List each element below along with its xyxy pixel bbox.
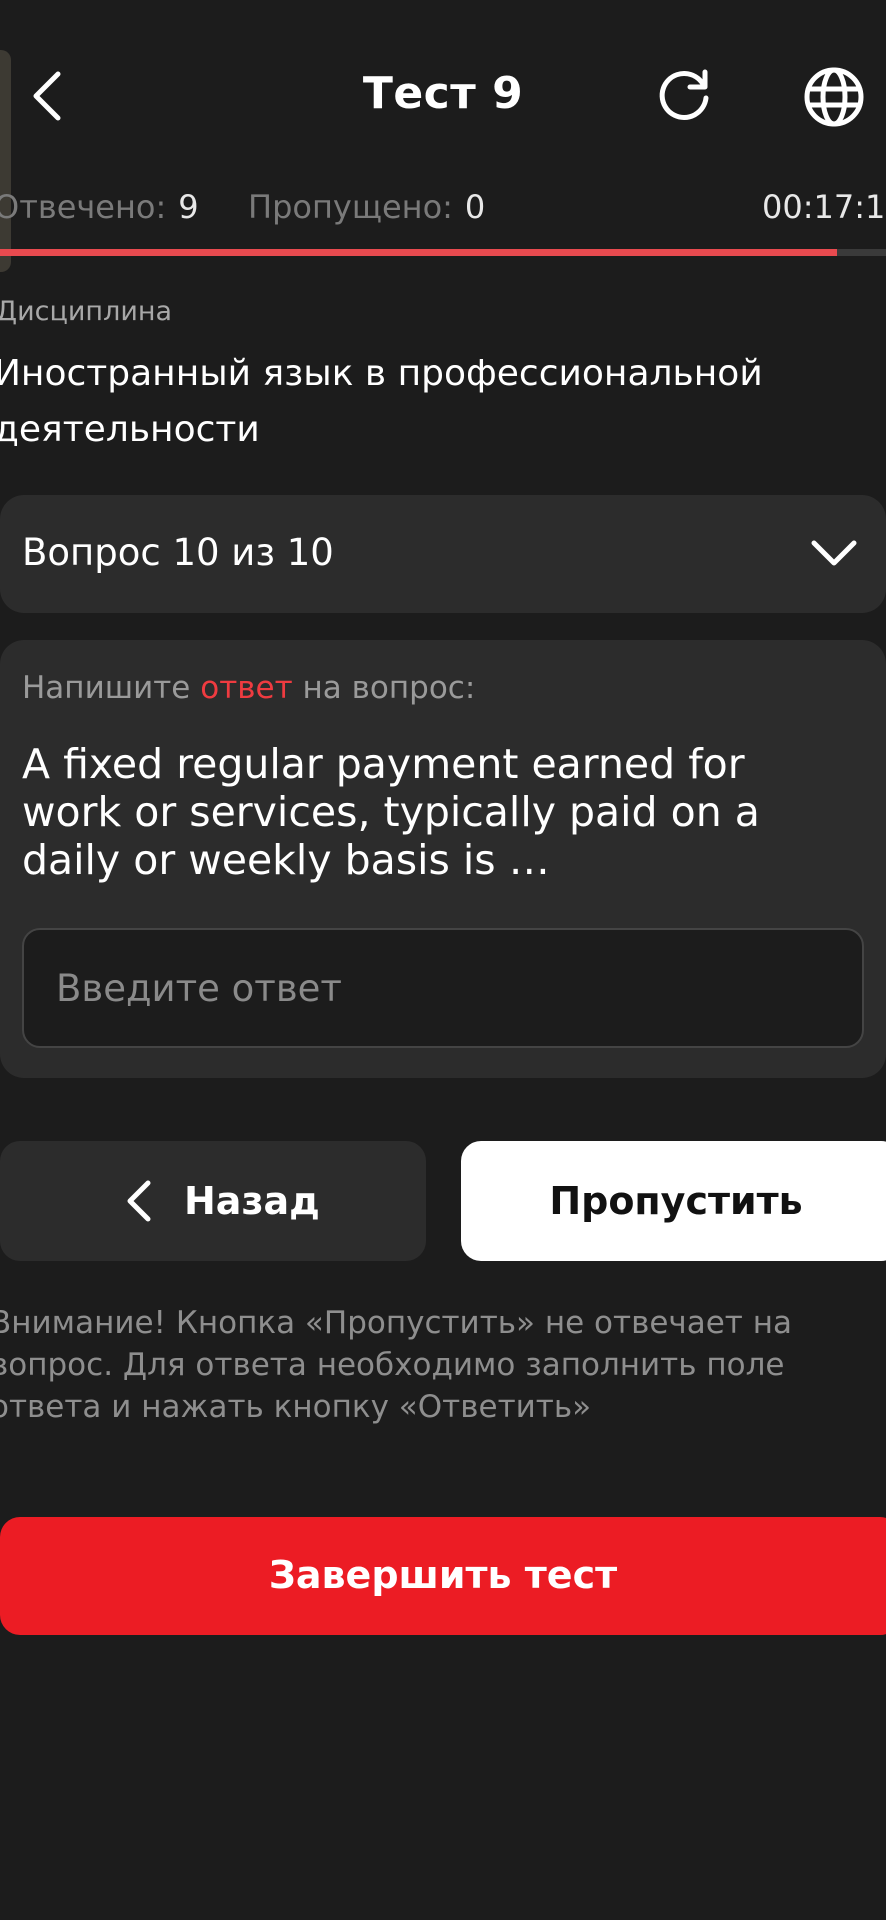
page-title: Тест 9 [362, 68, 524, 119]
chevron-down-icon [811, 540, 857, 566]
test-screen: Тест 9 Отвечено:9 Пропущено:0 00:17:16 Д… [0, 0, 886, 1920]
finish-test-button-label: Завершить тест [268, 1553, 618, 1597]
answer-input[interactable] [22, 928, 864, 1048]
answered-count: Отвечено: 9 [0, 188, 199, 226]
skipped-count: Пропущено: 0 [248, 188, 486, 226]
progress-fill [0, 249, 838, 256]
skip-button[interactable]: Пропустить [461, 1141, 886, 1261]
globe-icon[interactable] [803, 66, 865, 128]
finish-test-button[interactable]: Завершить тест [0, 1517, 886, 1635]
progress-bar [0, 249, 886, 256]
question-text: A fixed regular payment earned for work … [22, 740, 760, 884]
stats-bar: Отвечено:9 Пропущено:0 00:17:16 [0, 188, 886, 232]
header: Тест 9 [0, 50, 886, 140]
back-button[interactable]: Назад [0, 1141, 426, 1261]
question-selector-label: Вопрос 10 из 10 [22, 531, 334, 574]
warning-text: Внимание! Кнопка «Пропустить» не отвечае… [0, 1305, 792, 1425]
question-card: Напишите ответ на вопрос: A fixed regula… [0, 640, 886, 1078]
skip-button-label: Пропустить [549, 1179, 803, 1223]
question-prompt: Напишите ответ на вопрос: [22, 670, 476, 706]
discipline-label: Дисциплина [0, 296, 173, 327]
discipline-name: Иностранный язык в профессиональной деят… [0, 353, 763, 450]
question-selector[interactable]: Вопрос 10 из 10 [0, 495, 886, 613]
back-button-label: Назад [184, 1179, 320, 1223]
refresh-icon[interactable] [654, 64, 716, 126]
chevron-left-icon [127, 1180, 151, 1222]
timer: 00:17:16 [762, 188, 886, 226]
